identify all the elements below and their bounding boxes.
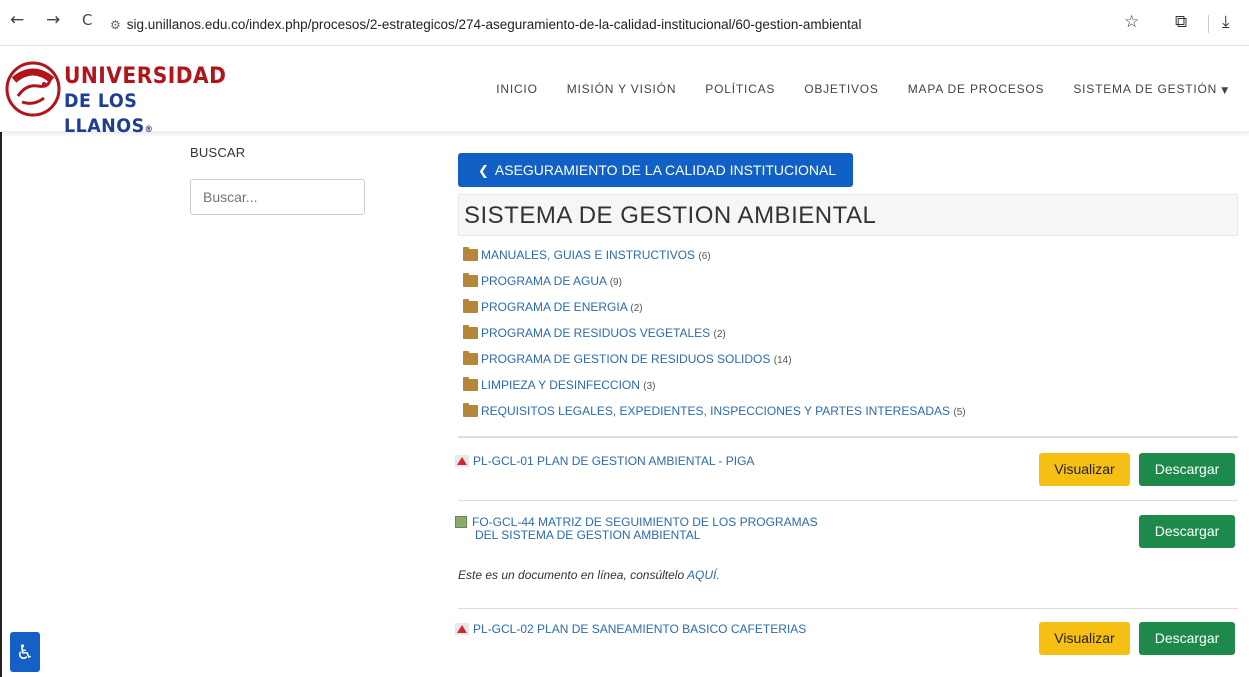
main-navigation: INICIO MISIÓN Y VISIÓN POLÍTICAS OBJETIV…: [496, 82, 1229, 96]
sidebar: BUSCAR: [190, 145, 365, 215]
document-title: PL-GCL-01 PLAN DE GESTION AMBIENTAL - PI…: [473, 454, 755, 468]
url-text: sig.unillanos.edu.co/index.php/procesos/…: [126, 17, 862, 32]
aqui-link[interactable]: AQUÍ.: [687, 568, 720, 582]
document-link[interactable]: PL-GCL-01 PLAN DE GESTION AMBIENTAL - PI…: [455, 455, 754, 468]
folder-count: (2): [630, 303, 643, 314]
folder-label: PROGRAMA DE AGUA: [481, 274, 607, 288]
reload-icon[interactable]: C: [82, 11, 92, 29]
spreadsheet-icon: [455, 516, 467, 528]
nav-politicas[interactable]: POLÍTICAS: [705, 82, 775, 96]
row-divider: [458, 500, 1238, 501]
nav-objetivos[interactable]: OBJETIVOS: [804, 82, 879, 96]
back-arrow-icon[interactable]: ←: [10, 10, 24, 30]
download-button[interactable]: Descargar: [1139, 453, 1235, 486]
registered-mark: ®: [144, 125, 154, 135]
browser-toolbar: ← → C ⚙ sig.unillanos.edu.co/index.php/pr…: [0, 0, 1249, 46]
document-title: FO-GCL-44 MATRIZ DE SEGUIMIENTO DE LOS P…: [472, 515, 818, 529]
row-divider: [458, 608, 1238, 609]
folder-item[interactable]: PROGRAMA DE ENERGIA (2): [463, 298, 1238, 324]
toolbar-divider: [1208, 15, 1209, 33]
folder-list: MANUALES, GUIAS E INSTRUCTIVOS (6) PROGR…: [463, 246, 1238, 428]
folder-count: (14): [773, 355, 792, 366]
folder-icon: [463, 403, 478, 417]
folder-item[interactable]: MANUALES, GUIAS E INSTRUCTIVOS (6): [463, 246, 1238, 272]
bookmark-star-icon[interactable]: ☆: [1124, 12, 1139, 32]
folder-label: MANUALES, GUIAS E INSTRUCTIVOS: [481, 248, 696, 262]
address-bar[interactable]: ⚙ sig.unillanos.edu.co/index.php/procesos…: [110, 12, 1110, 38]
folder-icon: [463, 351, 478, 365]
folder-item[interactable]: PROGRAMA DE RESIDUOS VEGETALES (2): [463, 324, 1238, 350]
folder-item[interactable]: PROGRAMA DE GESTION DE RESIDUOS SOLIDOS …: [463, 350, 1238, 376]
view-button[interactable]: Visualizar: [1039, 453, 1130, 486]
folder-count: (9): [609, 277, 622, 288]
document-note: Este es un documento en línea, consúltel…: [458, 568, 720, 582]
document-title: PL-GCL-02 PLAN DE SANEAMIENTO BASICO CAF…: [473, 622, 807, 636]
folder-item[interactable]: PROGRAMA DE AGUA (9): [463, 272, 1238, 298]
back-button-label: ASEGURAMIENTO DE LA CALIDAD INSTITUCIONA…: [494, 162, 837, 178]
page-title: SISTEMA DE GESTION AMBIENTAL: [458, 194, 1238, 236]
download-button[interactable]: Descargar: [1139, 622, 1235, 655]
logo-line-2: DE LOS LLANOS: [64, 90, 145, 137]
pdf-icon: [455, 455, 469, 467]
nav-mapa-procesos[interactable]: MAPA DE PROCESOS: [908, 82, 1045, 96]
nav-sistema-gestion-label: SISTEMA DE GESTIÓN: [1073, 82, 1218, 96]
site-info-icon[interactable]: ⚙: [110, 18, 121, 32]
folder-icon: [463, 299, 478, 313]
folder-label: LIMPIEZA Y DESINFECCION: [481, 378, 640, 392]
folder-count: (2): [713, 329, 726, 340]
document-title-line-2: DEL SISTEMA DE GESTION AMBIENTAL: [475, 528, 701, 542]
logo-wordmark: UNIVERSIDAD DE LOS LLANOS®: [64, 64, 226, 143]
folder-icon: [463, 247, 478, 261]
folder-item[interactable]: REQUISITOS LEGALES, EXPEDIENTES, INSPECC…: [463, 402, 1238, 428]
chevron-left-icon: ❮: [478, 164, 489, 179]
folder-icon: [463, 377, 478, 391]
folder-label: PROGRAMA DE ENERGIA: [481, 300, 628, 314]
document-link[interactable]: FO-GCL-44 MATRIZ DE SEGUIMIENTO DE LOS P…: [455, 516, 818, 542]
search-input[interactable]: [190, 179, 365, 215]
folder-count: (5): [953, 407, 966, 418]
folder-count: (3): [643, 381, 656, 392]
nav-mision-vision[interactable]: MISIÓN Y VISIÓN: [567, 82, 677, 96]
university-logo[interactable]: UNIVERSIDAD DE LOS LLANOS®: [4, 60, 234, 137]
llanero-seal-icon: [5, 61, 61, 117]
view-button[interactable]: Visualizar: [1039, 622, 1130, 655]
folder-label: PROGRAMA DE RESIDUOS VEGETALES: [481, 326, 711, 340]
forward-arrow-icon[interactable]: →: [46, 10, 60, 30]
folder-icon: [463, 325, 478, 339]
download-button[interactable]: Descargar: [1139, 515, 1235, 548]
search-heading: BUSCAR: [190, 145, 246, 160]
download-icon[interactable]: ⤓: [1222, 12, 1230, 32]
folder-label: PROGRAMA DE GESTION DE RESIDUOS SOLIDOS: [481, 352, 771, 366]
folder-label: REQUISITOS LEGALES, EXPEDIENTES, INSPECC…: [481, 404, 951, 418]
folder-icon: [463, 273, 478, 287]
site-header: UNIVERSIDAD DE LOS LLANOS® INICIO MISIÓN…: [0, 46, 1249, 137]
logo-line-1: UNIVERSIDAD: [64, 64, 227, 89]
nav-sistema-gestion[interactable]: SISTEMA DE GESTIÓN ▼: [1073, 82, 1229, 96]
pdf-icon: [455, 623, 469, 635]
document-link[interactable]: PL-GCL-02 PLAN DE SANEAMIENTO BASICO CAF…: [455, 623, 806, 636]
list-divider: [458, 436, 1238, 438]
folder-count: (6): [698, 251, 711, 262]
extensions-icon[interactable]: ⧉: [1175, 12, 1187, 32]
nav-inicio[interactable]: INICIO: [496, 82, 537, 96]
chevron-down-icon: ▼: [1221, 86, 1229, 96]
folder-item[interactable]: LIMPIEZA Y DESINFECCION (3): [463, 376, 1238, 402]
accessibility-icon[interactable]: ♿: [10, 632, 40, 672]
note-text: Este es un documento en línea, consúltel…: [458, 568, 688, 582]
back-to-category-button[interactable]: ❮ ASEGURAMIENTO DE LA CALIDAD INSTITUCION…: [458, 153, 853, 187]
